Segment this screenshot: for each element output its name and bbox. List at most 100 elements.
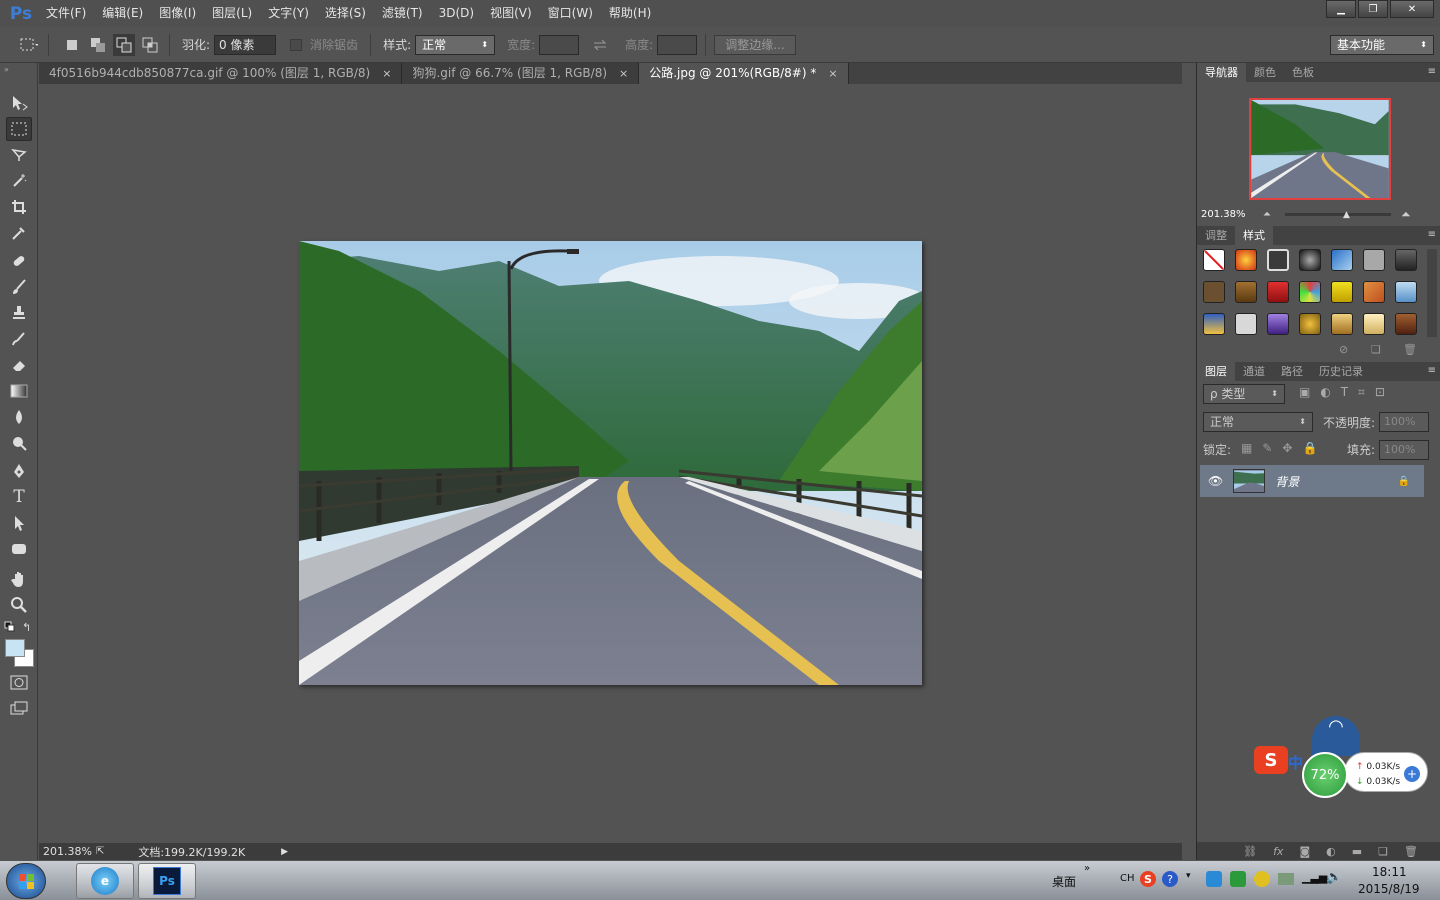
menu-select[interactable]: 选择(S)	[317, 0, 374, 27]
style-swatch[interactable]	[1395, 281, 1417, 303]
style-swatch[interactable]	[1267, 249, 1289, 271]
menu-file[interactable]: 文件(F)	[38, 0, 94, 27]
tab-channels[interactable]: 通道	[1235, 362, 1273, 381]
trash-icon[interactable]: 🗑	[1404, 845, 1418, 858]
expand-icon[interactable]: »	[1084, 863, 1090, 874]
plus-icon[interactable]: +	[1404, 766, 1420, 782]
menu-image[interactable]: 图像(I)	[151, 0, 204, 27]
clone-stamp-tool-icon[interactable]	[6, 301, 32, 325]
close-icon[interactable]: ×	[382, 63, 391, 84]
blur-tool-icon[interactable]	[6, 405, 32, 429]
style-swatch[interactable]	[1267, 313, 1289, 335]
style-swatch[interactable]	[1235, 313, 1257, 335]
hand-tool-icon[interactable]	[6, 567, 32, 591]
menu-type[interactable]: 文字(Y)	[260, 0, 317, 27]
clear-style-icon[interactable]: ⊘	[1339, 343, 1348, 356]
new-layer-icon[interactable]: ❏	[1378, 845, 1388, 858]
start-button[interactable]	[6, 863, 46, 899]
path-selection-tool-icon[interactable]	[6, 511, 32, 535]
zoom-slider-thumb[interactable]: ▲	[1343, 210, 1350, 220]
new-style-icon[interactable]: ❏	[1371, 343, 1381, 356]
style-swatch[interactable]	[1203, 313, 1225, 335]
zoom-tool-icon[interactable]	[6, 593, 32, 617]
style-swatch[interactable]	[1331, 281, 1353, 303]
workspace-select[interactable]: 基本功能 ⬍	[1330, 34, 1434, 55]
style-swatch[interactable]	[1203, 281, 1225, 303]
default-colors-icon[interactable]	[4, 621, 16, 636]
new-selection-icon[interactable]	[61, 34, 83, 56]
tab-swatches[interactable]: 色板	[1284, 63, 1322, 82]
tab-navigator[interactable]: 导航器	[1197, 63, 1246, 82]
sogou-tray-icon[interactable]: S	[1140, 871, 1156, 887]
intersect-selection-icon[interactable]	[139, 34, 161, 56]
panel-menu-icon[interactable]: ≡	[1428, 66, 1436, 77]
style-swatch[interactable]	[1363, 249, 1385, 271]
gradient-tool-icon[interactable]	[6, 379, 32, 403]
quick-mask-icon[interactable]	[6, 671, 32, 695]
tab-layers[interactable]: 图层	[1197, 362, 1235, 381]
screen-mode-icon[interactable]	[6, 697, 32, 721]
zoom-out-icon[interactable]: ⏶	[1263, 209, 1271, 220]
height-input[interactable]	[657, 34, 698, 55]
style-swatch[interactable]	[1299, 281, 1321, 303]
menu-layer[interactable]: 图层(L)	[204, 0, 260, 27]
brush-tool-icon[interactable]	[6, 275, 32, 299]
tab-styles[interactable]: 样式	[1235, 226, 1273, 245]
canvas-area[interactable]	[39, 84, 1182, 843]
style-swatch[interactable]	[1363, 313, 1385, 335]
close-button[interactable]: ✕	[1390, 0, 1434, 18]
desktop-toolbar[interactable]: 桌面	[1052, 873, 1076, 890]
eye-icon[interactable]: 👁	[1208, 474, 1223, 488]
lasso-tool-icon[interactable]	[6, 143, 32, 167]
menu-help[interactable]: 帮助(H)	[601, 0, 659, 27]
healing-brush-tool-icon[interactable]	[6, 249, 32, 273]
type-tool-icon[interactable]: T	[6, 485, 32, 509]
link-icon[interactable]: ⛓	[1243, 845, 1257, 858]
close-icon[interactable]: ×	[619, 63, 628, 84]
minimize-button[interactable]: ▁	[1326, 0, 1356, 18]
network-icon[interactable]	[1278, 873, 1294, 885]
status-menu-arrow-icon[interactable]: ▶	[281, 847, 288, 857]
tab-document-2[interactable]: 狗狗.gif @ 66.7% (图层 1, RGB/8) ×	[402, 63, 640, 84]
tab-color[interactable]: 颜色	[1246, 63, 1284, 82]
styles-scrollbar[interactable]	[1427, 249, 1437, 337]
refine-edge-button[interactable]: 调整边缘...	[714, 34, 796, 55]
layer-filter-select[interactable]: ρ 类型 ⬍	[1203, 384, 1285, 404]
eraser-tool-icon[interactable]	[6, 353, 32, 377]
wifi-icon[interactable]: ◠	[1312, 716, 1360, 756]
document-canvas[interactable]	[298, 241, 929, 685]
tab-adjustments[interactable]: 调整	[1197, 226, 1235, 245]
swap-colors-icon[interactable]: ↰	[22, 621, 31, 634]
rectangle-tool-icon[interactable]	[6, 537, 32, 561]
adjustment-icon[interactable]: ◐	[1326, 845, 1336, 858]
folder-icon[interactable]: ▬	[1352, 845, 1362, 858]
security-icon[interactable]	[1254, 871, 1270, 887]
zoom-level[interactable]: 201.38%	[43, 845, 92, 858]
zoom-slider[interactable]	[1285, 213, 1391, 216]
style-swatch[interactable]	[1299, 313, 1321, 335]
style-swatch[interactable]	[1363, 281, 1385, 303]
wifi-tray-icon[interactable]	[1206, 871, 1222, 887]
trash-icon[interactable]: 🗑	[1403, 343, 1417, 356]
tab-history[interactable]: 历史记录	[1311, 362, 1371, 381]
marquee-preset-icon[interactable]	[18, 34, 40, 56]
ime-mode[interactable]: 中	[1288, 752, 1303, 773]
mask-icon[interactable]: ◙	[1299, 845, 1310, 858]
tab-paths[interactable]: 路径	[1273, 362, 1311, 381]
subtract-selection-icon[interactable]	[113, 33, 135, 56]
zoom-in-icon[interactable]: ⏶	[1401, 207, 1411, 222]
navigator-preview[interactable]	[1249, 98, 1391, 200]
close-icon[interactable]: ×	[828, 63, 837, 84]
menu-window[interactable]: 窗口(W)	[540, 0, 601, 27]
style-swatch[interactable]	[1299, 249, 1321, 271]
menu-edit[interactable]: 编辑(E)	[94, 0, 151, 27]
panel-menu-icon[interactable]: ≡	[1428, 229, 1436, 240]
layer-name[interactable]: 背景	[1275, 473, 1299, 490]
magic-wand-tool-icon[interactable]	[6, 169, 32, 193]
eyedropper-tool-icon[interactable]	[6, 221, 32, 245]
add-selection-icon[interactable]	[87, 34, 109, 56]
style-swatch[interactable]	[1331, 313, 1353, 335]
opacity-input[interactable]: 100%	[1379, 412, 1429, 432]
style-swatch[interactable]	[1331, 249, 1353, 271]
taskbar-browser[interactable]: e	[76, 863, 134, 899]
